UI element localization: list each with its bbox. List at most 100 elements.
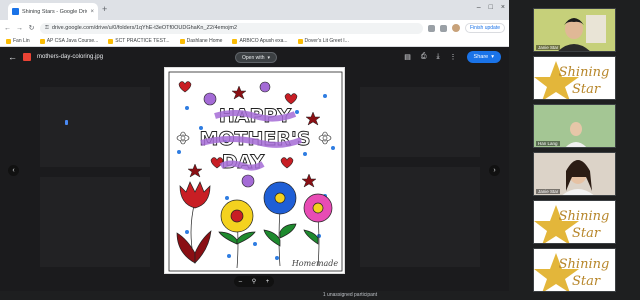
finish-update-button[interactable]: Finish update [464, 23, 505, 33]
coloring-page-image: HAPPY MOTHER'S DAY Homemade [164, 67, 345, 274]
participant-name: Janie Star [536, 189, 561, 194]
folder-icon [108, 38, 114, 44]
bookmark-item[interactable]: AP CSA Java Course... [39, 38, 98, 44]
purple-circle-icon [241, 174, 255, 188]
shining-star-logo: Shining Star [534, 205, 610, 243]
url-text[interactable]: drive.google.com/drive/u/0/folders/1qYhE… [52, 25, 237, 31]
forward-button[interactable]: → [16, 25, 23, 32]
zoom-controls: – ⚲ + [234, 276, 274, 287]
participant-name: Janie Star [536, 45, 561, 50]
logo-text-1: Shining [559, 209, 610, 224]
next-file-button[interactable]: › [489, 165, 500, 176]
reload-button[interactable]: ↻ [28, 24, 35, 32]
browser-window: Shining Stars - Google Drive × + – □ × ←… [0, 0, 509, 291]
chevron-down-icon: ▾ [491, 54, 494, 60]
more-options-icon[interactable]: ⋮ [450, 53, 457, 61]
tab-strip: Shining Stars - Google Drive × + – □ × [0, 0, 509, 20]
back-button[interactable]: ← [4, 25, 11, 32]
open-with-label: Open with [242, 54, 265, 61]
profile-avatar[interactable] [451, 24, 460, 32]
extension-icon[interactable] [427, 24, 435, 32]
bookmark-item[interactable]: Dover's Lit Greet I... [297, 38, 349, 44]
close-window-button[interactable]: × [501, 4, 505, 11]
folder-icon [39, 38, 45, 44]
comment-icon[interactable]: ▤ [404, 53, 411, 61]
pink-flower-icon [303, 193, 333, 267]
participant-logo-tile[interactable]: Shining Star [533, 56, 616, 100]
drive-favicon-icon [12, 8, 19, 15]
bookmark-item[interactable]: Dashlane Home [179, 38, 223, 44]
preview-tools: ▤ ⎙ ⤓ ⋮ Share ▾ [404, 51, 501, 63]
heart-icon [284, 93, 298, 105]
address-bar[interactable]: ⚿ drive.google.com/drive/u/0/folders/1qY… [40, 22, 423, 34]
yellow-flower-icon [218, 199, 256, 269]
bookmark-item[interactable]: ARBICO Apush exa... [232, 38, 288, 44]
folder-icon [6, 38, 11, 44]
tab-title: Shining Stars - Google Drive [22, 8, 88, 15]
bookmark-label: ARBICO Apush exa... [239, 38, 288, 44]
new-tab-button[interactable]: + [102, 5, 107, 14]
open-with-button[interactable]: Open with ▾ [235, 52, 278, 63]
star-icon [231, 85, 247, 100]
print-icon[interactable]: ⎙ [421, 53, 427, 61]
chevron-down-icon: ▾ [267, 54, 271, 61]
logo-text-1: Shining [559, 65, 610, 80]
coloring-page-svg: HAPPY MOTHER'S DAY Homemade [168, 71, 343, 272]
minimize-button[interactable]: – [477, 4, 481, 11]
logo-text-2: Star [572, 274, 601, 289]
participant-name: Han Lang [536, 141, 560, 146]
shining-star-logo: Shining Star [534, 61, 610, 99]
unassigned-participant-notice: 1 unassigned participant [322, 292, 378, 298]
bookmark-label: Dover's Lit Greet I... [304, 38, 349, 44]
bookmark-star-icon[interactable] [439, 24, 447, 32]
zoom-out-button[interactable]: – [239, 279, 242, 285]
purple-circle-icon [203, 92, 217, 106]
red-tulip-icon [176, 181, 212, 264]
folder-icon [297, 38, 303, 44]
bookmark-item[interactable]: Fan Lin [6, 38, 30, 44]
folder-icon [179, 38, 185, 44]
bookmark-item[interactable]: SCT PRACTICE TEST... [108, 38, 170, 44]
logo-text-1: Shining [559, 257, 610, 272]
participant-logo-tile[interactable]: Shining Star [533, 248, 616, 292]
participant-video-tile[interactable]: Han Lang [533, 104, 616, 148]
folder-icon [232, 38, 238, 44]
screen: Shining Stars - Google Drive × + – □ × ←… [0, 0, 640, 300]
shining-star-logo: Shining Star [534, 253, 610, 291]
tab-close-icon[interactable]: × [90, 9, 94, 15]
mouse-cursor-icon [65, 120, 68, 125]
signature-text: Homemade [291, 259, 339, 268]
logo-text-2: Star [572, 82, 601, 97]
logo-text-2: Star [572, 226, 601, 241]
drive-preview-stage: ← mothers-day-coloring.jpg Open with ▾ ▤… [0, 47, 509, 291]
bookmark-label: SCT PRACTICE TEST... [115, 38, 170, 44]
participant-video-tile[interactable]: Janie Star [533, 152, 616, 196]
preview-file-name: mothers-day-coloring.jpg [37, 54, 104, 60]
zoom-search-icon[interactable]: ⚲ [252, 278, 256, 285]
participant-logo-tile[interactable]: Shining Star [533, 200, 616, 244]
heart-icon [280, 157, 294, 169]
blue-flower-icon [263, 181, 297, 267]
zoom-in-button[interactable]: + [266, 279, 270, 285]
site-info-icon[interactable]: ⚿ [45, 25, 49, 31]
star-icon [301, 173, 317, 188]
image-file-icon [23, 53, 31, 61]
share-label: Share [473, 54, 489, 60]
purple-circle-icon [259, 81, 271, 93]
download-icon[interactable]: ⤓ [436, 53, 439, 61]
maximize-button[interactable]: □ [489, 4, 493, 11]
browser-tab[interactable]: Shining Stars - Google Drive × [8, 3, 98, 20]
participant-video-tile[interactable]: Janie Star [533, 8, 616, 52]
bookmarks-bar: Fan Lin AP CSA Java Course... SCT PRACTI… [0, 36, 509, 47]
heart-icon [178, 81, 192, 93]
daisy-icon [318, 131, 332, 145]
bookmark-label: Dashlane Home [186, 38, 223, 44]
close-preview-button[interactable]: ← [8, 52, 17, 62]
window-controls: – □ × [477, 4, 505, 11]
previous-file-button[interactable]: ‹ [8, 165, 19, 176]
bookmark-label: Fan Lin [13, 38, 30, 44]
daisy-icon [176, 131, 190, 145]
star-icon [305, 111, 321, 126]
browser-toolbar: ← → ↻ ⚿ drive.google.com/drive/u/0/folde… [0, 20, 509, 36]
share-button[interactable]: Share ▾ [466, 51, 501, 63]
